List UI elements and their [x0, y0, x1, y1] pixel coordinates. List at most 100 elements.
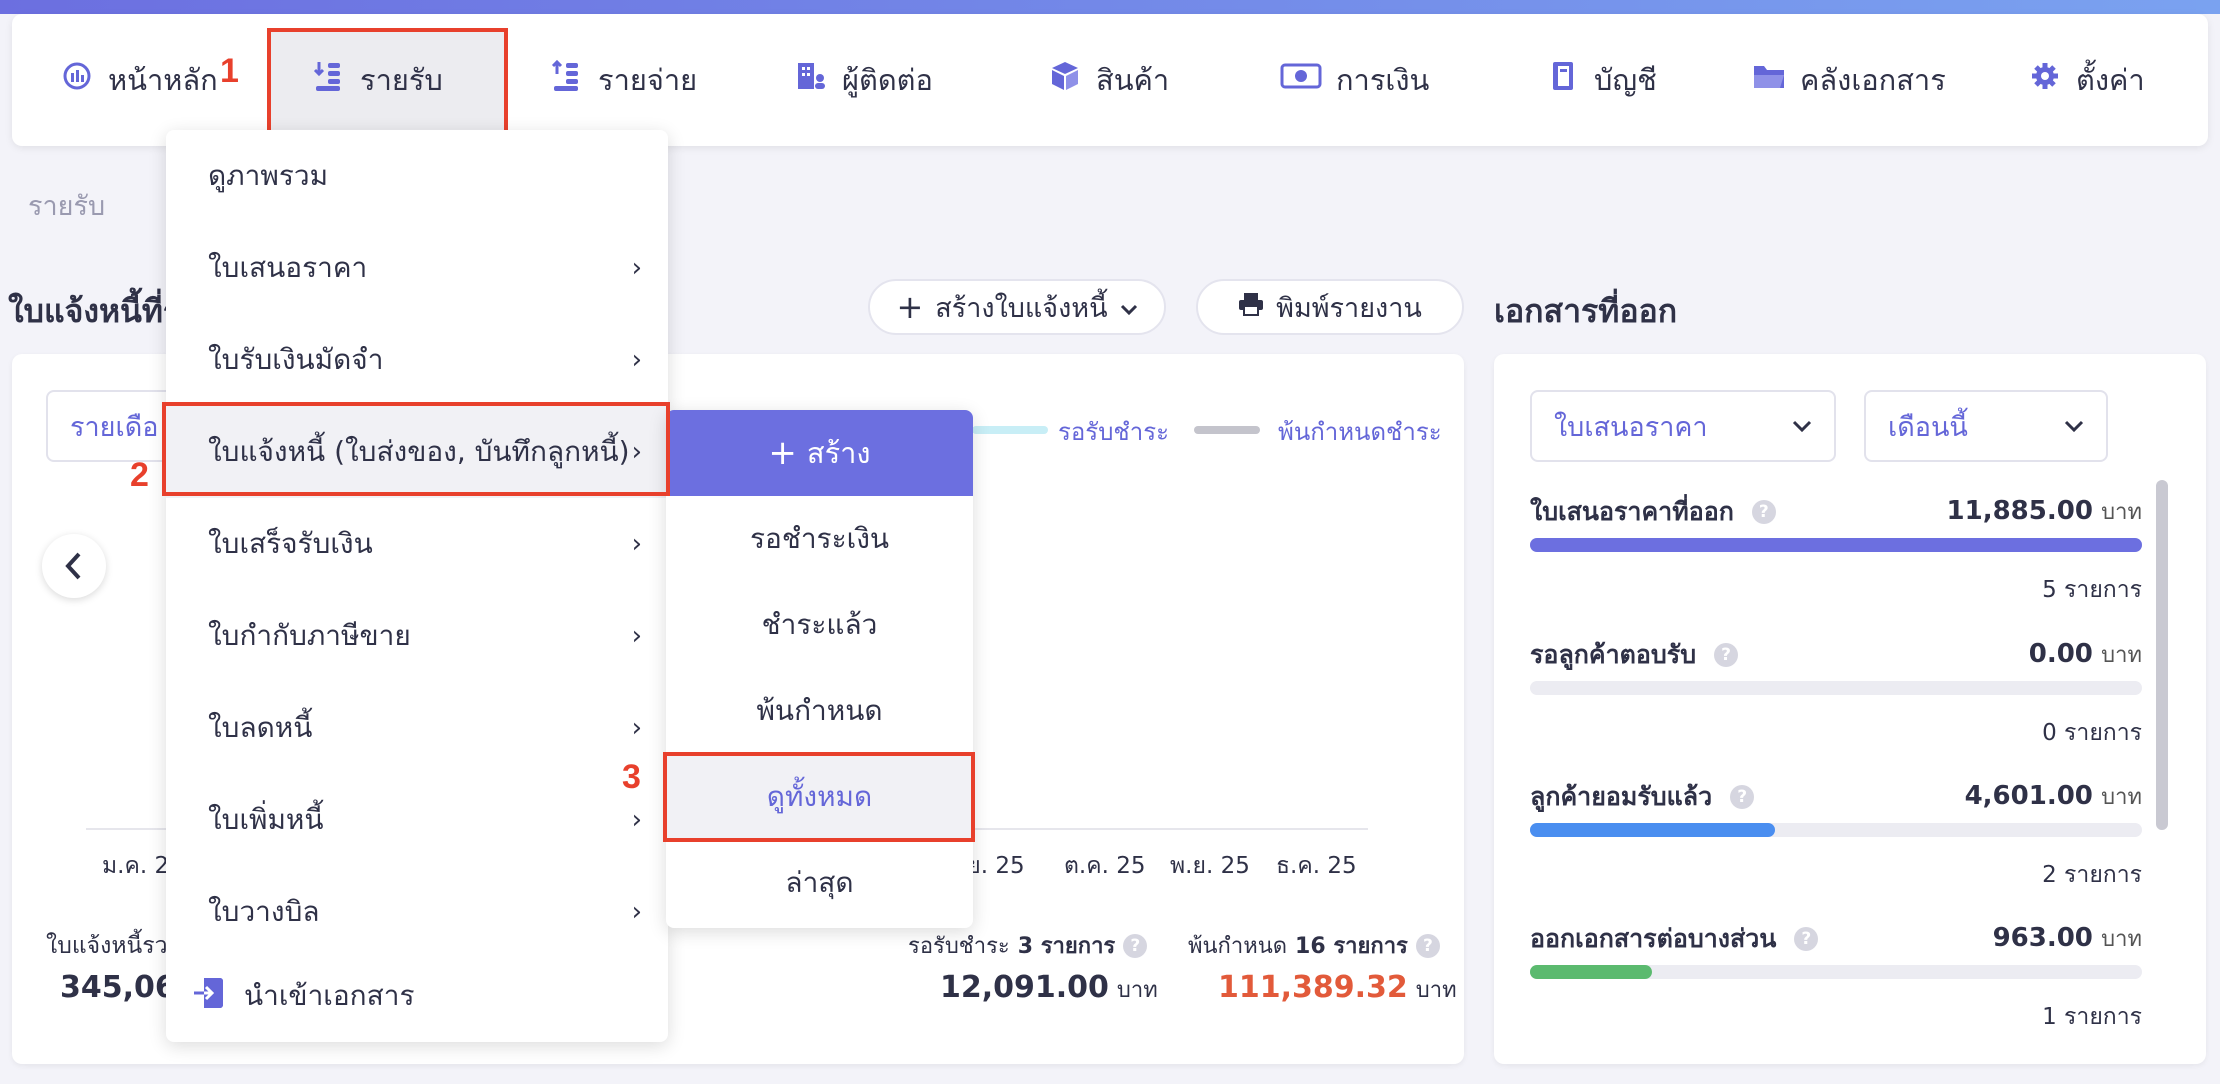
- chevron-right-icon: ›: [631, 621, 642, 651]
- menu-item-label: ใบลดหนี้: [208, 711, 313, 744]
- help-icon[interactable]: ?: [1794, 927, 1819, 951]
- nav-item-income[interactable]: รายรับ: [312, 14, 443, 146]
- submenu-create-button[interactable]: + สร้าง: [666, 410, 973, 496]
- expense-coins-icon: [550, 59, 584, 101]
- menu-item-label: ใบกำกับภาษีขาย: [208, 619, 411, 652]
- menu-item-overview[interactable]: ดูภาพรวม: [166, 130, 668, 222]
- menu-item-invoice[interactable]: ใบแจ้งหนี้ (ใบส่งของ, บันทึกลูกหนี้) ›: [166, 406, 668, 498]
- plus-icon: +: [896, 288, 924, 326]
- pending-value: 12,091.00: [940, 970, 1109, 1005]
- overdue-amount: 111,389.32 บาท: [1218, 970, 1457, 1007]
- stat-progress-fill: [1530, 823, 1775, 837]
- nav-item-documents[interactable]: คลังเอกสาร: [1752, 14, 1946, 146]
- stat-amount-unit: บาท: [2101, 927, 2142, 952]
- nav-item-contacts[interactable]: ผู้ติดต่อ: [794, 14, 933, 146]
- doc-period-value: เดือนนี้: [1888, 411, 1968, 443]
- docs-scrollbar[interactable]: [2156, 480, 2168, 830]
- income-dropdown-menu: ดูภาพรวม ใบเสนอราคา › ใบรับเงินมัดจำ › ใบแ…: [166, 130, 668, 1042]
- pending-summary-label: รอรับชำระ 3 รายการ ?: [908, 928, 1148, 963]
- submenu-item-view-all[interactable]: ดูทั้งหมด: [666, 754, 973, 840]
- menu-item-label: ใบเพิ่มหนี้: [208, 803, 324, 836]
- submenu-item-latest[interactable]: ล่าสุด: [666, 840, 973, 926]
- x-tick-label: ต.ค. 25: [1064, 853, 1146, 879]
- stat-amount: 963.00 บาท: [1993, 921, 2142, 956]
- doc-period-select[interactable]: เดือนนี้: [1864, 390, 2108, 462]
- stat-name: ใบเสนอราคาที่ออก?: [1530, 492, 1776, 532]
- stat-count: 5 รายการ: [2042, 577, 2142, 603]
- nav-item-finance[interactable]: การเงิน: [1280, 14, 1429, 146]
- stat-amount: 4,601.00 บาท: [1965, 779, 2142, 814]
- doc-type-value: ใบเสนอราคา: [1554, 411, 1708, 443]
- product-box-icon: [1048, 60, 1082, 100]
- plus-icon: +: [768, 433, 797, 473]
- nav-label-expense: รายจ่าย: [598, 63, 698, 97]
- stat-name-text: รอลูกค้าตอบรับ: [1530, 640, 1697, 669]
- nav-item-settings[interactable]: ตั้งค่า: [2028, 14, 2145, 146]
- overdue-label: พ้นกำหนด: [1188, 934, 1288, 959]
- menu-item-label: ใบรับเงินมัดจำ: [208, 343, 384, 376]
- menu-item-label: ใบวางบิล: [208, 895, 320, 928]
- stat-amount: 11,885.00 บาท: [1947, 494, 2142, 529]
- menu-item-billing-note[interactable]: ใบวางบิล ›: [166, 866, 668, 958]
- menu-item-label: นำเข้าเอกสาร: [244, 979, 415, 1012]
- nav-item-home[interactable]: หน้าหลัก: [60, 14, 218, 146]
- legend-label-overdue: พ้นกำหนดชำระ: [1278, 418, 1442, 446]
- stat-amount-value: 963.00: [1992, 923, 2093, 953]
- period-select-value: รายเดือ: [70, 411, 159, 443]
- nav-label-contacts: ผู้ติดต่อ: [842, 63, 933, 97]
- stat-amount: 0.00 บาท: [2029, 637, 2142, 672]
- stat-progress-bar: [1530, 538, 2142, 552]
- help-icon[interactable]: ?: [1123, 933, 1148, 958]
- stat-name: รอลูกค้าตอบรับ?: [1530, 635, 1739, 675]
- stat-awaiting-customer[interactable]: รอลูกค้าตอบรับ? 0.00 บาท 0 รายการ: [1530, 635, 2142, 746]
- print-report-button[interactable]: พิมพ์รายงาน: [1196, 279, 1464, 335]
- help-icon[interactable]: ?: [1730, 785, 1755, 809]
- menu-item-import[interactable]: นำเข้าเอกสาร: [166, 950, 668, 1042]
- stat-progress-fill: [1530, 538, 2142, 552]
- main-navbar: หน้าหลัก 1 รายรับ รายจ่าย ผู้ติดต่อ สินค…: [12, 14, 2208, 146]
- pending-amount: 12,091.00 บาท: [940, 970, 1158, 1007]
- nav-item-products[interactable]: สินค้า: [1048, 14, 1169, 146]
- nav-label-income: รายรับ: [360, 63, 443, 97]
- submenu-item-overdue[interactable]: พ้นกำหนด: [666, 668, 973, 754]
- chevron-right-icon: ›: [631, 897, 642, 927]
- submenu-item-paid[interactable]: ชำระแล้ว: [666, 582, 973, 668]
- print-report-label: พิมพ์รายงาน: [1276, 292, 1422, 324]
- stat-progress-bar: [1530, 965, 2142, 979]
- stat-count: 0 รายการ: [2042, 720, 2142, 746]
- stat-customer-accepted[interactable]: ลูกค้ายอมรับแล้ว? 4,601.00 บาท 2 รายการ: [1530, 777, 2142, 888]
- stat-progress-bar: [1530, 823, 2142, 837]
- submenu-item-awaiting-payment[interactable]: รอชำระเงิน: [666, 496, 973, 582]
- menu-item-receipt[interactable]: ใบเสร็จรับเงิน ›: [166, 498, 668, 590]
- nav-label-documents: คลังเอกสาร: [1800, 63, 1946, 97]
- pending-count: 3 รายการ: [1017, 934, 1116, 959]
- menu-item-quotation[interactable]: ใบเสนอราคา ›: [166, 222, 668, 314]
- help-icon[interactable]: ?: [1751, 500, 1776, 524]
- ledger-book-icon: [1546, 60, 1580, 100]
- nav-item-expense[interactable]: รายจ่าย: [550, 14, 697, 146]
- create-invoice-label: สร้างใบแจ้งหนี้: [935, 292, 1108, 324]
- step-1-marker: 1: [220, 52, 239, 90]
- overdue-summary-label: พ้นกำหนด 16 รายการ ?: [1188, 928, 1440, 963]
- printer-icon: [1238, 292, 1264, 323]
- contacts-building-icon: [794, 60, 828, 100]
- create-invoice-button[interactable]: + สร้างใบแจ้งหนี้: [868, 279, 1166, 335]
- menu-item-deposit-receipt[interactable]: ใบรับเงินมัดจำ ›: [166, 314, 668, 406]
- nav-label-accounting: บัญชี: [1594, 63, 1657, 97]
- pending-label: รอรับชำระ: [908, 934, 1010, 959]
- nav-item-accounting[interactable]: บัญชี: [1546, 14, 1657, 146]
- menu-item-credit-note[interactable]: ใบลดหนี้ ›: [166, 682, 668, 774]
- menu-item-debit-note[interactable]: ใบเพิ่มหนี้ ›: [166, 774, 668, 866]
- legend-label-pending: รอรับชำระ: [1058, 418, 1169, 446]
- stat-name: ลูกค้ายอมรับแล้ว?: [1530, 777, 1755, 817]
- stat-quotation-issued[interactable]: ใบเสนอราคาที่ออก? 11,885.00 บาท 5 รายการ: [1530, 492, 2142, 603]
- chart-prev-button[interactable]: [42, 534, 106, 598]
- help-icon[interactable]: ?: [1714, 643, 1739, 667]
- stat-name-text: ใบเสนอราคาที่ออก: [1530, 497, 1734, 526]
- menu-item-label: ใบแจ้งหนี้ (ใบส่งของ, บันทึกลูกหนี้): [208, 435, 630, 468]
- menu-item-tax-invoice[interactable]: ใบกำกับภาษีขาย ›: [166, 590, 668, 682]
- help-icon[interactable]: ?: [1415, 933, 1440, 958]
- currency-label: บาท: [1116, 978, 1158, 1003]
- stat-partial-issued[interactable]: ออกเอกสารต่อบางส่วน? 963.00 บาท 1 รายการ: [1530, 919, 2142, 1030]
- doc-type-select[interactable]: ใบเสนอราคา: [1530, 390, 1836, 462]
